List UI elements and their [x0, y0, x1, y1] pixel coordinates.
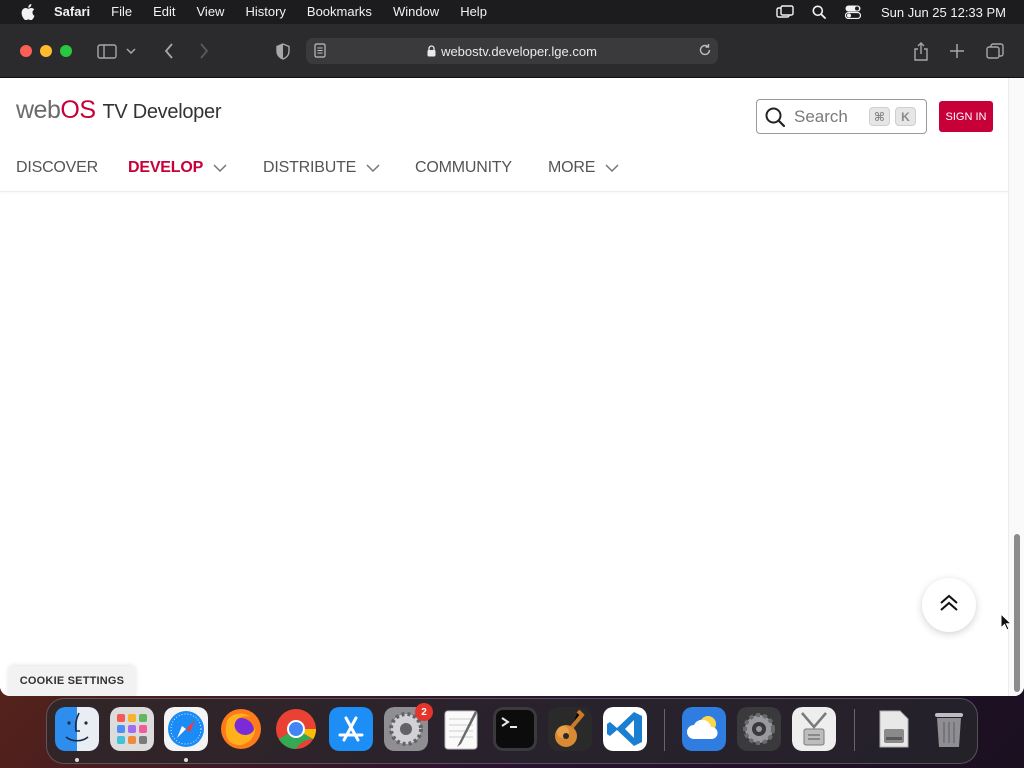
main-nav: DISCOVER DEVELOP DISTRIBUTE COMMUNITY MO…	[0, 156, 700, 180]
nav-develop[interactable]: DEVELOP	[128, 156, 227, 180]
chevron-down-icon	[366, 164, 380, 172]
chrome-icon[interactable]	[274, 707, 318, 751]
menu-history[interactable]: History	[245, 0, 285, 24]
reload-icon[interactable]	[698, 43, 712, 60]
webos-tv-developer-logo[interactable]: web OS TV Developer	[16, 96, 221, 125]
menu-help[interactable]: Help	[460, 0, 487, 24]
site-search-box[interactable]: Search ⌘ K	[756, 99, 927, 134]
reader-view-icon[interactable]	[314, 43, 326, 61]
privacy-shield-icon[interactable]	[270, 38, 296, 64]
sign-in-button[interactable]: SIGN IN	[939, 101, 993, 132]
dock-separator	[854, 709, 855, 751]
chevron-down-icon	[213, 164, 227, 172]
app-store-icon[interactable]	[329, 707, 373, 751]
menu-bookmarks[interactable]: Bookmarks	[307, 0, 372, 24]
chevron-down-icon	[605, 164, 619, 172]
finder-running-indicator	[75, 758, 79, 762]
menu-window[interactable]: Window	[393, 0, 439, 24]
trash-icon[interactable]	[927, 707, 971, 751]
site-header: web OS TV Developer Search ⌘ K SIGN IN DIS…	[0, 78, 1008, 192]
url-text: webostv.developer.lge.com	[441, 43, 597, 59]
nav-more[interactable]: MORE	[548, 156, 619, 180]
sidebar-toggle-icon[interactable]	[94, 38, 120, 64]
archive-utility-icon[interactable]	[792, 707, 836, 751]
double-chevron-up-icon	[939, 594, 959, 617]
mouse-cursor-icon	[1000, 612, 1013, 631]
screen-mirroring-icon[interactable]	[775, 4, 795, 20]
nav-discover[interactable]: DISCOVER	[16, 156, 98, 180]
address-bar[interactable]: webostv.developer.lge.com	[306, 38, 718, 64]
textedit-icon[interactable]	[439, 707, 483, 751]
dock-separator	[664, 709, 665, 751]
window-close-button[interactable]	[20, 45, 32, 57]
safari-toolbar: webostv.developer.lge.com	[0, 24, 1024, 78]
chevron-down-icon[interactable]	[123, 38, 139, 64]
disk-image-icon[interactable]	[872, 707, 916, 751]
logo-os-text: OS	[60, 96, 96, 124]
tab-overview-icon[interactable]	[982, 38, 1008, 64]
control-center-icon[interactable]	[843, 4, 863, 20]
window-minimize-button[interactable]	[40, 45, 52, 57]
dock: 2	[46, 698, 978, 764]
system-preferences-badge: 2	[415, 703, 433, 721]
settings-gear-icon[interactable]	[737, 707, 781, 751]
spotlight-search-icon[interactable]	[809, 4, 829, 20]
nav-community[interactable]: COMMUNITY	[415, 156, 512, 180]
safari-icon[interactable]	[164, 707, 208, 751]
menubar-clock[interactable]: Sun Jun 25 12:33 PM	[881, 5, 1006, 20]
visual-studio-code-icon[interactable]	[603, 707, 647, 751]
share-icon[interactable]	[908, 38, 934, 64]
web-page: web OS TV Developer Search ⌘ K SIGN IN DIS…	[0, 78, 1024, 696]
safari-window: webostv.developer.lge.com web OS TV Develo…	[0, 24, 1024, 696]
shortcut-cmd-key: ⌘	[869, 107, 890, 126]
garageband-icon[interactable]	[548, 707, 592, 751]
page-scrollbar-thumb[interactable]	[1014, 534, 1020, 692]
nav-develop-label: DEVELOP	[128, 159, 204, 176]
lock-icon	[427, 45, 436, 57]
back-to-top-button[interactable]	[922, 578, 976, 632]
nav-distribute-label: DISTRIBUTE	[263, 159, 357, 176]
nav-community-label: COMMUNITY	[415, 159, 512, 176]
menu-bar: Safari File Edit View History Bookmarks …	[0, 0, 1024, 24]
logo-web-text: web	[16, 96, 61, 124]
shortcut-k-key: K	[895, 107, 916, 126]
nav-distribute[interactable]: DISTRIBUTE	[263, 156, 380, 180]
launchpad-icon[interactable]	[110, 707, 154, 751]
back-arrow-icon[interactable]	[156, 38, 182, 64]
search-placeholder: Search	[794, 106, 848, 126]
firefox-icon[interactable]	[219, 707, 263, 751]
cookie-settings-button[interactable]: COOKIE SETTINGS	[8, 666, 136, 696]
new-tab-plus-icon[interactable]	[944, 38, 970, 64]
logo-tv-developer-text: TV Developer	[102, 101, 222, 123]
forward-arrow-icon[interactable]	[191, 38, 217, 64]
nav-discover-label: DISCOVER	[16, 159, 98, 176]
window-zoom-button[interactable]	[60, 45, 72, 57]
weather-icon[interactable]	[682, 707, 726, 751]
menu-app-name[interactable]: Safari	[54, 0, 90, 24]
terminal-icon[interactable]	[493, 707, 537, 751]
apple-menu-icon[interactable]	[18, 2, 38, 22]
safari-running-indicator	[184, 758, 188, 762]
search-icon	[765, 106, 787, 128]
nav-more-label: MORE	[548, 159, 596, 176]
menu-view[interactable]: View	[197, 0, 225, 24]
menu-file[interactable]: File	[111, 0, 132, 24]
menu-edit[interactable]: Edit	[153, 0, 175, 24]
finder-icon[interactable]	[55, 707, 99, 751]
